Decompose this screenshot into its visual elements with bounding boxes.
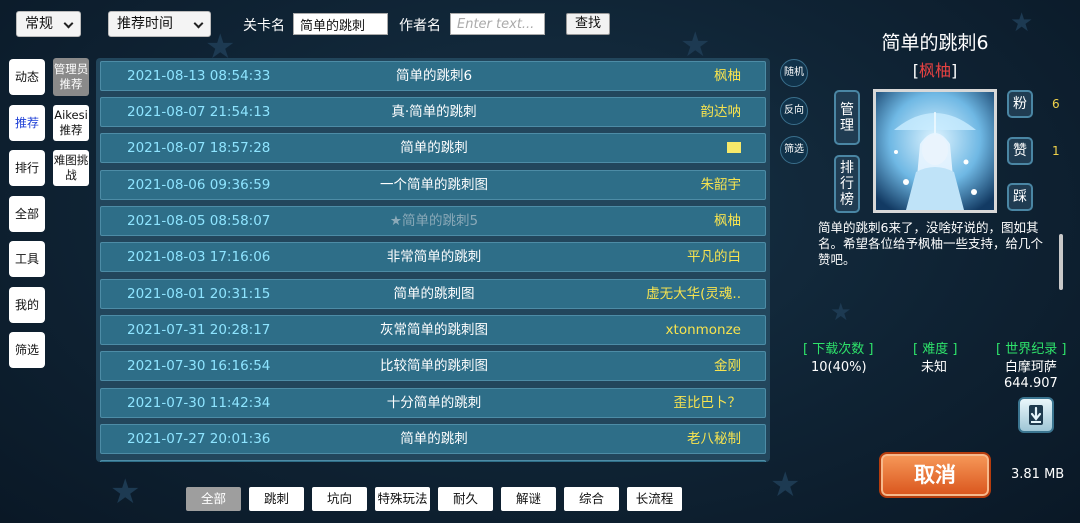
sub-tab-aikesi-picks[interactable]: Aikesi推荐 [53,105,89,141]
row-date: 2021-08-07 21:54:13 [127,104,271,120]
random-button[interactable]: 随机 [780,59,808,87]
level-list[interactable]: 2021-08-13 08:54:33 简单的跳刺6 枫柚 2021-08-07… [96,58,770,462]
category-tab-spike[interactable]: 跳刺 [249,487,304,511]
level-author: [枫柚] [912,61,958,80]
fans-count: 6 [1052,97,1060,111]
row-date: 2021-08-05 08:58:07 [127,213,271,229]
row-date: 2021-08-03 17:16:06 [127,249,271,265]
downloads-label: [ 下载次数 ] [803,342,874,357]
category-tab-all[interactable]: 全部 [186,487,241,511]
row-date: 2021-08-06 09:36:59 [127,177,271,193]
level-name-input[interactable] [293,13,388,35]
fans-button[interactable]: 粉 [1007,90,1033,118]
sidebar-item-tools[interactable]: 工具 [9,241,45,277]
sidebar-item-all[interactable]: 全部 [9,196,45,232]
description-scrollbar[interactable] [1059,234,1063,290]
row-date: 2021-08-13 08:54:33 [127,68,271,84]
row-author: 枫柚 [714,213,741,229]
row-author: 歪比巴卜？ [673,395,742,411]
downloads-value: 10(40%) [811,360,867,375]
world-record-label: [ 世界纪录 ] [996,342,1067,357]
world-record-time: 644.907 [1004,376,1058,391]
table-row[interactable]: 2021-07-30 11:42:34 十分简单的跳刺 歪比巴卜？ [100,388,766,418]
table-row-partial[interactable] [100,460,766,462]
row-author: 韵达呐 [700,104,742,120]
category-tab-long[interactable]: 长流程 [627,487,682,511]
table-row[interactable]: 2021-08-13 08:54:33 简单的跳刺6 枫柚 [100,61,766,91]
category-tab-mixed[interactable]: 综合 [564,487,619,511]
table-row[interactable]: 2021-08-06 09:36:59 一个简单的跳刺图 朱韶宇 [100,170,766,200]
sidebar-item-filter[interactable]: 筛选 [9,332,45,368]
level-thumbnail [873,89,997,213]
sort-dropdown-value: 推荐时间 [117,16,173,32]
download-icon [1029,405,1043,425]
author-name-input[interactable] [450,13,545,35]
difficulty-value: 未知 [921,360,948,375]
row-date: 2021-08-07 18:57:28 [127,140,271,156]
dislike-button[interactable]: 踩 [1007,183,1033,211]
category-tab-endurance[interactable]: 耐久 [438,487,493,511]
category-tab-trap[interactable]: 坑向 [312,487,367,511]
table-row[interactable]: 2021-08-05 08:58:07 ★简单的跳刺5 枫柚 [100,206,766,236]
table-row[interactable]: 2021-07-27 20:01:36 简单的跳刺 老八秘制 [100,424,766,454]
search-button[interactable]: 查找 [566,13,610,35]
world-record-holder: 白摩珂萨 [1004,360,1057,375]
row-author: 平凡的白 [687,249,741,265]
level-author-name[interactable]: 枫柚 [919,61,951,80]
cancel-button[interactable]: 取消 [879,452,991,498]
sidebar-item-feed[interactable]: 动态 [9,59,45,95]
mode-dropdown-value: 常规 [25,16,53,32]
level-name-label: 关卡名 [243,18,285,34]
row-author: 老八秘制 [687,431,741,447]
table-row[interactable]: 2021-07-30 16:16:54 比较简单的跳刺图 金刚 [100,351,766,381]
download-button[interactable] [1018,397,1054,433]
world-record-value: 白摩珂萨 644.907 [1004,360,1058,392]
level-description: 简单的跳刺6来了，没啥好说的，图如其名。希望各位给予枫柚一些支持，给几个赞吧。 [818,220,1044,267]
table-row[interactable]: 2021-08-07 21:54:13 真·简单的跳刺 韵达呐 [100,97,766,127]
row-date: 2021-07-30 16:16:54 [127,358,271,374]
manage-button[interactable]: 管理 [834,90,860,145]
row-date: 2021-07-30 11:42:34 [127,395,271,411]
category-tab-special[interactable]: 特殊玩法 [375,487,430,511]
chevron-down-icon [63,18,74,29]
sidebar-item-recommended[interactable]: 推荐 [9,105,45,141]
anime-girl-umbrella-icon [876,92,994,210]
like-count: 1 [1052,144,1060,158]
category-tab-puzzle[interactable]: 解谜 [501,487,556,511]
row-date: 2021-07-27 20:01:36 [127,431,271,447]
difficulty-label: [ 难度 ] [913,342,958,357]
ranking-button[interactable]: 排行榜 [834,155,860,213]
row-author: 枫柚 [714,68,741,84]
table-row[interactable]: 2021-07-31 20:28:17 灰常简单的跳刺图 xtonmonze [100,315,766,345]
table-row[interactable]: 2021-08-07 18:57:28 简单的跳刺 [100,133,766,163]
sub-tab-admin-picks[interactable]: 管理员推荐 [53,58,89,96]
row-author: 朱韶宇 [700,177,742,193]
sort-dropdown[interactable]: 推荐时间 [108,11,211,37]
row-author: xtonmonze [665,322,741,338]
row-date: 2021-07-31 20:28:17 [127,322,271,338]
row-date: 2021-08-01 20:31:15 [127,286,271,302]
row-author: 虚无大华(灵魂.. [646,286,741,302]
file-size: 3.81 MB [1011,467,1065,482]
level-title: 简单的跳刺6 [881,32,989,54]
table-row[interactable]: 2021-08-03 17:16:06 非常简单的跳刺 平凡的白 [100,242,766,272]
like-button[interactable]: 赞 [1007,137,1033,165]
row-author: 金刚 [714,358,741,374]
author-name-label: 作者名 [399,18,441,34]
row-author-color-block [727,142,741,153]
sidebar-item-mine[interactable]: 我的 [9,287,45,323]
chevron-down-icon [193,18,204,29]
filter-button[interactable]: 筛选 [780,136,808,164]
sidebar-item-ranking[interactable]: 排行 [9,150,45,186]
reverse-button[interactable]: 反向 [780,97,808,125]
table-row[interactable]: 2021-08-01 20:31:15 简单的跳刺图 虚无大华(灵魂.. [100,279,766,309]
sub-tab-hard-challenge[interactable]: 难图挑战 [53,150,89,186]
mode-dropdown[interactable]: 常规 [16,11,81,37]
